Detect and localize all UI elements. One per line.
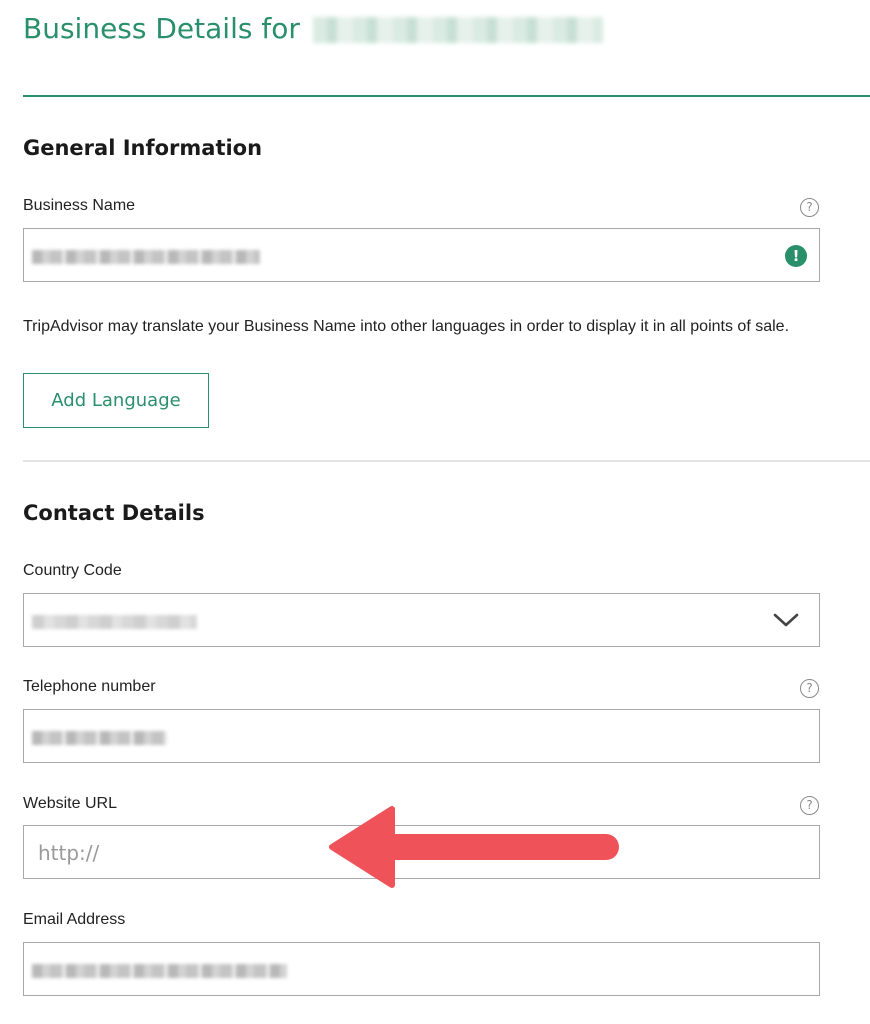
business-name-field[interactable]: ! [23, 228, 820, 282]
check-status-icon: ! [785, 245, 807, 267]
website-field[interactable] [23, 825, 820, 879]
section-divider [23, 460, 870, 462]
redacted-business-name [312, 17, 603, 43]
telephone-label: Telephone number [23, 678, 156, 695]
country-code-label: Country Code [23, 562, 122, 579]
add-language-button[interactable]: Add Language [23, 373, 209, 428]
website-input[interactable] [36, 840, 800, 866]
country-code-select[interactable] [23, 593, 820, 647]
country-code-redacted-value [32, 615, 197, 629]
contact-details-heading: Contact Details [23, 501, 205, 525]
website-help-icon[interactable]: ? [800, 796, 819, 815]
chevron-down-icon [773, 613, 799, 627]
page-title-text: Business Details for [23, 12, 300, 45]
email-redacted-value [32, 964, 287, 978]
telephone-help-icon[interactable]: ? [800, 679, 819, 698]
business-name-help-icon[interactable]: ? [800, 198, 819, 217]
business-name-label: Business Name [23, 197, 136, 214]
website-label: Website URL [23, 795, 117, 812]
telephone-field[interactable] [23, 709, 820, 763]
header-divider [23, 95, 870, 97]
email-label: Email Address [23, 911, 126, 928]
translation-note: TripAdvisor may translate your Business … [23, 318, 790, 335]
general-information-heading: General Information [23, 136, 263, 160]
email-field[interactable] [23, 942, 820, 996]
page-title: Business Details for [23, 12, 603, 45]
telephone-redacted-value [32, 731, 167, 745]
business-name-redacted-value [32, 250, 260, 264]
